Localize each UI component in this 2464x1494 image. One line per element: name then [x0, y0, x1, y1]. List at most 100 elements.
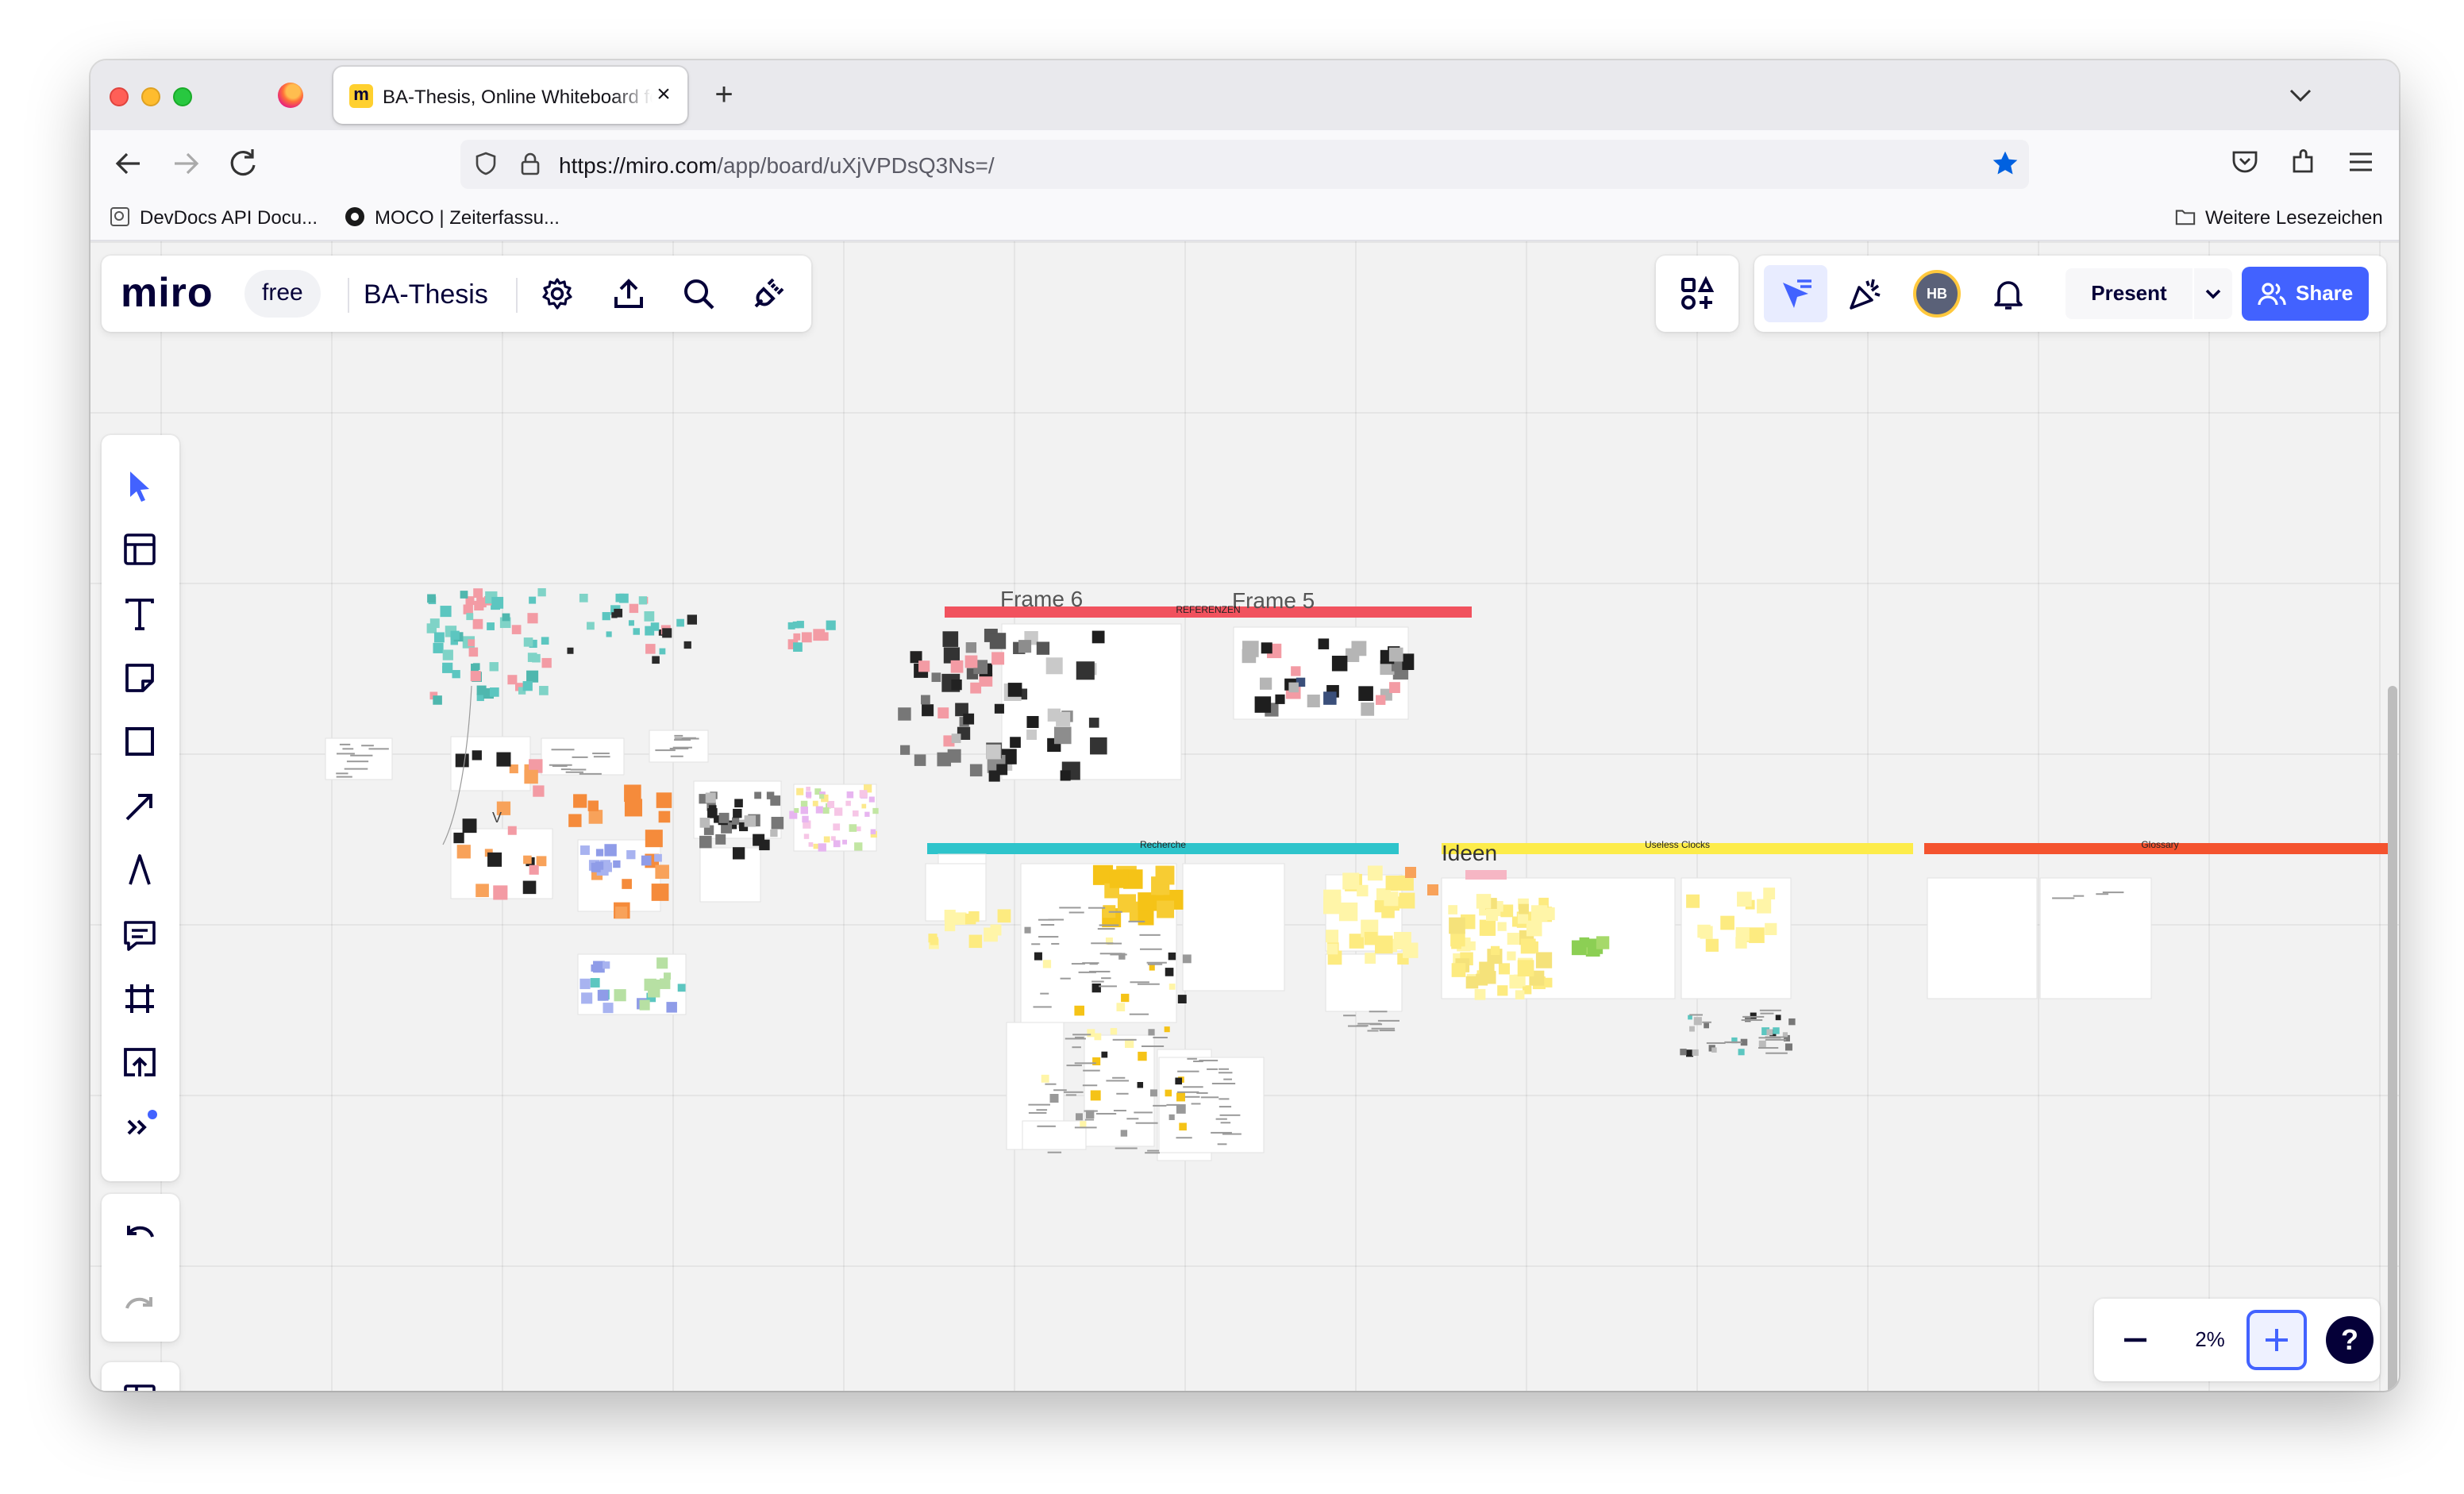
sticky-note[interactable] — [615, 593, 625, 603]
help-button[interactable]: ? — [2326, 1316, 2374, 1364]
sticky-note[interactable] — [1403, 942, 1419, 958]
image[interactable] — [1680, 1049, 1687, 1056]
sticky-note[interactable] — [1090, 1090, 1101, 1101]
sticky-note[interactable] — [664, 972, 672, 980]
sticky-note[interactable] — [1485, 908, 1499, 922]
sticky-note[interactable] — [644, 611, 655, 622]
image[interactable] — [732, 817, 740, 825]
text-line[interactable] — [572, 756, 588, 758]
image[interactable] — [1782, 1032, 1788, 1038]
sticky-note[interactable] — [1517, 960, 1534, 977]
text-line[interactable] — [1038, 936, 1059, 938]
sticky-note[interactable] — [1175, 1077, 1183, 1085]
bookmark-moco[interactable]: MOCO | Zeiterfassu... — [345, 206, 560, 232]
sticky-note[interactable] — [463, 604, 473, 614]
sticky-note[interactable] — [1041, 1074, 1049, 1083]
image[interactable] — [942, 631, 959, 647]
sticky-note[interactable] — [1530, 905, 1548, 922]
back-arrow-icon[interactable] — [110, 144, 148, 183]
image[interactable] — [931, 672, 941, 683]
sticky-note[interactable] — [1138, 909, 1154, 926]
sticky-note[interactable] — [1116, 1003, 1126, 1011]
sticky-note[interactable] — [1483, 971, 1496, 984]
image[interactable] — [1291, 666, 1301, 676]
sticky-note[interactable] — [472, 750, 482, 760]
image[interactable] — [1738, 1049, 1745, 1056]
image[interactable] — [705, 792, 716, 803]
image[interactable] — [1388, 647, 1403, 662]
sticky-note[interactable] — [1101, 1051, 1108, 1058]
firefox-view-icon[interactable] — [278, 83, 303, 108]
text-line[interactable] — [1760, 1012, 1774, 1015]
text-line[interactable] — [1153, 1037, 1168, 1039]
sticky-note[interactable] — [928, 934, 937, 943]
sticky-note[interactable] — [1765, 922, 1777, 935]
text-line[interactable] — [1045, 1083, 1057, 1085]
sticky-note[interactable] — [470, 671, 481, 682]
sticky-note[interactable] — [1427, 884, 1438, 895]
new-tab-button[interactable]: + — [706, 78, 741, 113]
sticky-note[interactable] — [473, 588, 483, 599]
text-line[interactable] — [551, 749, 575, 751]
sticky-note[interactable] — [651, 884, 669, 901]
image[interactable] — [699, 818, 710, 828]
sticky-note[interactable] — [595, 861, 604, 870]
text-line[interactable] — [1065, 1038, 1086, 1040]
avatar[interactable]: HB — [1913, 270, 1961, 318]
sticky-note[interactable] — [427, 594, 436, 603]
image[interactable] — [734, 799, 743, 808]
image[interactable] — [900, 745, 911, 755]
text-line[interactable] — [1126, 1118, 1139, 1120]
text-line[interactable] — [1348, 1025, 1367, 1027]
url-text[interactable]: https://miro.com/app/board/uXjVPDsQ3Ns=/ — [559, 152, 995, 178]
text-line[interactable] — [1059, 907, 1081, 909]
bookmark-star-icon[interactable] — [1991, 149, 2019, 178]
sticky-note[interactable] — [455, 753, 469, 768]
text-line[interactable] — [337, 753, 355, 755]
text-line[interactable] — [1134, 1111, 1153, 1114]
text-line[interactable] — [336, 776, 352, 778]
text-line[interactable] — [670, 755, 683, 757]
text-line[interactable] — [565, 771, 583, 773]
sticky-note[interactable] — [1149, 965, 1155, 971]
more-tools-icon[interactable] — [121, 1108, 159, 1146]
sticky-note[interactable] — [1490, 945, 1500, 956]
text-line[interactable] — [1116, 1092, 1129, 1095]
text-line[interactable] — [1183, 1086, 1203, 1088]
sticky-note[interactable] — [533, 785, 545, 797]
sticky-note[interactable] — [944, 920, 956, 932]
select-cursor-icon[interactable] — [121, 467, 159, 505]
text-line[interactable] — [2073, 895, 2085, 897]
sticky-note[interactable] — [793, 642, 803, 652]
text-line[interactable] — [368, 748, 389, 750]
sticky-note[interactable] — [597, 989, 609, 1001]
image[interactable] — [708, 805, 717, 813]
text-line[interactable] — [1146, 961, 1167, 964]
sticky-note[interactable] — [1034, 952, 1042, 961]
text-line[interactable] — [1028, 1111, 1047, 1114]
image[interactable] — [1026, 730, 1038, 740]
image[interactable] — [1358, 686, 1373, 701]
text-line[interactable] — [1223, 1078, 1232, 1080]
sticky-note[interactable] — [641, 855, 652, 866]
image[interactable] — [914, 754, 926, 766]
sticky-note[interactable] — [580, 845, 590, 855]
close-tab-icon[interactable]: × — [649, 81, 678, 110]
text-line[interactable] — [1078, 971, 1096, 973]
sticky-note[interactable] — [1074, 1005, 1085, 1016]
image[interactable] — [1788, 1018, 1796, 1026]
sticky-note[interactable] — [491, 596, 504, 609]
text-line[interactable] — [1082, 1084, 1098, 1087]
sticky-note[interactable] — [507, 826, 517, 835]
sticky-note[interactable] — [1700, 926, 1713, 939]
sticky-note[interactable] — [581, 992, 593, 1004]
sticky-note[interactable] — [1157, 900, 1175, 918]
sticky-note-icon[interactable] — [121, 659, 159, 697]
text-line[interactable] — [1218, 1072, 1233, 1074]
close-window-button[interactable] — [110, 87, 129, 106]
miro-logo[interactable]: miro — [121, 268, 214, 318]
sticky-note[interactable] — [1326, 930, 1339, 943]
sticky-note[interactable] — [1384, 891, 1399, 907]
text-line[interactable] — [1091, 980, 1104, 983]
sticky-note[interactable] — [529, 596, 537, 604]
